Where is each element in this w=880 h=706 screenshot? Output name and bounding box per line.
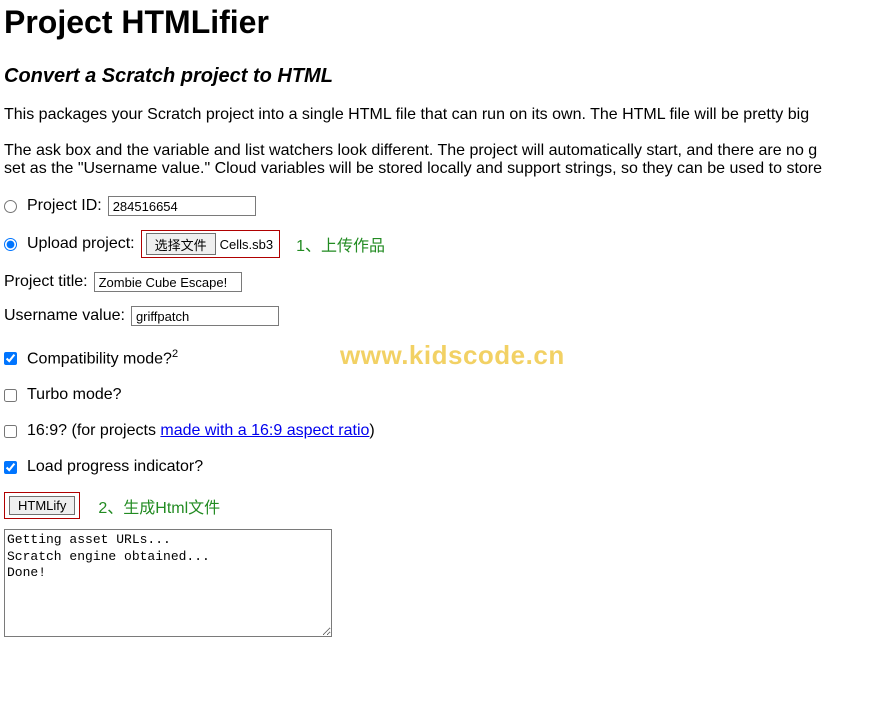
htmlify-button[interactable]: HTMLify [9, 496, 75, 515]
title-row: Project title: [4, 272, 880, 292]
htmlify-highlight-box: HTMLify [4, 492, 80, 519]
compat-label: Compatibility mode?2 [27, 348, 178, 368]
page-subtitle: Convert a Scratch project to HTML [4, 65, 880, 88]
turbo-label: Turbo mode? [27, 386, 122, 404]
project-id-label: Project ID: [27, 197, 102, 215]
username-label: Username value: [4, 307, 125, 325]
progress-label: Load progress indicator? [27, 458, 203, 476]
progress-row: Load progress indicator? [4, 458, 880, 476]
project-id-radio[interactable] [4, 200, 17, 213]
choose-file-button[interactable]: 选择文件 [146, 233, 216, 255]
title-label: Project title: [4, 273, 88, 291]
page-title: Project HTMLifier [4, 4, 880, 41]
log-output[interactable]: Getting asset URLs... Scratch engine obt… [4, 529, 332, 637]
username-input[interactable] [131, 306, 279, 326]
turbo-checkbox[interactable] [4, 389, 17, 402]
aspect-ratio-link[interactable]: made with a 16:9 aspect ratio [160, 422, 369, 439]
project-id-input[interactable] [108, 196, 256, 216]
upload-row: Upload project: 选择文件 Cells.sb3 1、上传作品 [4, 230, 880, 258]
upload-label: Upload project: [27, 235, 135, 253]
description-1: This packages your Scratch project into … [4, 106, 880, 124]
upload-annotation: 1、上传作品 [296, 232, 385, 256]
description-2b: set as the "Username value." Cloud varia… [4, 160, 880, 178]
progress-checkbox[interactable] [4, 461, 17, 474]
compat-checkbox[interactable] [4, 352, 17, 365]
ratio-checkbox[interactable] [4, 425, 17, 438]
uploaded-filename: Cells.sb3 [220, 237, 273, 252]
action-row: HTMLify 2、生成Html文件 [4, 492, 880, 519]
username-row: Username value: [4, 306, 880, 326]
upload-radio[interactable] [4, 238, 17, 251]
ratio-row: 16:9? (for projects made with a 16:9 asp… [4, 422, 880, 440]
ratio-label: 16:9? (for projects made with a 16:9 asp… [27, 422, 375, 440]
project-id-row: Project ID: [4, 196, 880, 216]
description-2a: The ask box and the variable and list wa… [4, 142, 880, 160]
turbo-row: Turbo mode? [4, 386, 880, 404]
project-title-input[interactable] [94, 272, 242, 292]
upload-highlight-box: 选择文件 Cells.sb3 [141, 230, 280, 258]
htmlify-annotation: 2、生成Html文件 [98, 494, 220, 518]
compat-row: Compatibility mode?2 [4, 348, 880, 368]
